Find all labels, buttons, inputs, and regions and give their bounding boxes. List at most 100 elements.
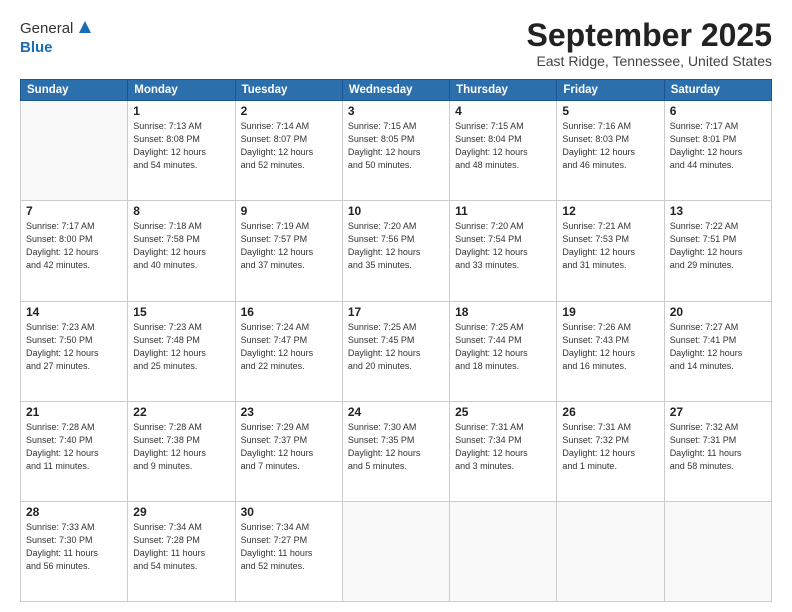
calendar-day-cell: 10Sunrise: 7:20 AM Sunset: 7:56 PM Dayli… bbox=[342, 201, 449, 301]
day-info: Sunrise: 7:27 AM Sunset: 7:41 PM Dayligh… bbox=[670, 321, 766, 373]
day-number: 21 bbox=[26, 405, 122, 419]
day-info: Sunrise: 7:13 AM Sunset: 8:08 PM Dayligh… bbox=[133, 120, 229, 172]
day-of-week-header: Sunday bbox=[21, 80, 128, 101]
calendar-day-cell: 2 Sunrise: 7:14 AM Sunset: 8:07 PM Daylig… bbox=[235, 101, 342, 201]
calendar-week-row: 1 Sunrise: 7:13 AM Sunset: 8:08 PM Daylig… bbox=[21, 101, 772, 201]
calendar-day-cell: 7 Sunrise: 7:17 AM Sunset: 8:00 PM Daylig… bbox=[21, 201, 128, 301]
day-number: 14 bbox=[26, 305, 122, 319]
day-number: 5 bbox=[562, 104, 658, 118]
day-info: Sunrise: 7:19 AM Sunset: 7:57 PM Dayligh… bbox=[241, 220, 337, 272]
day-of-week-header: Tuesday bbox=[235, 80, 342, 101]
day-number: 8 bbox=[133, 204, 229, 218]
day-number: 2 bbox=[241, 104, 337, 118]
day-info: Sunrise: 7:21 AM Sunset: 7:53 PM Dayligh… bbox=[562, 220, 658, 272]
calendar-day-cell: 6Sunrise: 7:17 AM Sunset: 8:01 PM Daylig… bbox=[664, 101, 771, 201]
logo-triangle-icon bbox=[78, 20, 92, 39]
calendar-day-cell: 26 Sunrise: 7:31 AM Sunset: 7:32 PM Dayli… bbox=[557, 401, 664, 501]
day-number: 13 bbox=[670, 204, 766, 218]
day-number: 9 bbox=[241, 204, 337, 218]
calendar-day-cell: 3 Sunrise: 7:15 AM Sunset: 8:05 PM Daylig… bbox=[342, 101, 449, 201]
day-number: 10 bbox=[348, 204, 444, 218]
day-info: Sunrise: 7:23 AM Sunset: 7:48 PM Dayligh… bbox=[133, 321, 229, 373]
calendar-week-row: 14 Sunrise: 7:23 AM Sunset: 7:50 PM Dayli… bbox=[21, 301, 772, 401]
calendar-day-cell: 17 Sunrise: 7:25 AM Sunset: 7:45 PM Dayli… bbox=[342, 301, 449, 401]
day-number: 25 bbox=[455, 405, 551, 419]
day-number: 4 bbox=[455, 104, 551, 118]
calendar-day-cell: 20 Sunrise: 7:27 AM Sunset: 7:41 PM Dayli… bbox=[664, 301, 771, 401]
day-number: 16 bbox=[241, 305, 337, 319]
day-info: Sunrise: 7:22 AM Sunset: 7:51 PM Dayligh… bbox=[670, 220, 766, 272]
day-number: 26 bbox=[562, 405, 658, 419]
day-info: Sunrise: 7:25 AM Sunset: 7:44 PM Dayligh… bbox=[455, 321, 551, 373]
day-of-week-header: Saturday bbox=[664, 80, 771, 101]
day-number: 17 bbox=[348, 305, 444, 319]
day-of-week-header: Friday bbox=[557, 80, 664, 101]
calendar-table: SundayMondayTuesdayWednesdayThursdayFrid… bbox=[20, 79, 772, 602]
calendar-day-cell: 19Sunrise: 7:26 AM Sunset: 7:43 PM Dayli… bbox=[557, 301, 664, 401]
month-title: September 2025 bbox=[527, 18, 772, 53]
calendar-day-cell: 28 Sunrise: 7:33 AM Sunset: 7:30 PM Dayli… bbox=[21, 501, 128, 601]
day-info: Sunrise: 7:15 AM Sunset: 8:05 PM Dayligh… bbox=[348, 120, 444, 172]
calendar-day-cell: 30Sunrise: 7:34 AM Sunset: 7:27 PM Dayli… bbox=[235, 501, 342, 601]
location-text: East Ridge, Tennessee, United States bbox=[527, 53, 772, 69]
day-info: Sunrise: 7:25 AM Sunset: 7:45 PM Dayligh… bbox=[348, 321, 444, 373]
calendar-day-cell bbox=[342, 501, 449, 601]
calendar-header: SundayMondayTuesdayWednesdayThursdayFrid… bbox=[21, 80, 772, 101]
calendar-day-cell: 24Sunrise: 7:30 AM Sunset: 7:35 PM Dayli… bbox=[342, 401, 449, 501]
calendar-day-cell: 12Sunrise: 7:21 AM Sunset: 7:53 PM Dayli… bbox=[557, 201, 664, 301]
calendar-day-cell: 27 Sunrise: 7:32 AM Sunset: 7:31 PM Dayli… bbox=[664, 401, 771, 501]
day-info: Sunrise: 7:24 AM Sunset: 7:47 PM Dayligh… bbox=[241, 321, 337, 373]
logo: General Blue bbox=[20, 18, 92, 57]
calendar-day-cell bbox=[557, 501, 664, 601]
day-info: Sunrise: 7:33 AM Sunset: 7:30 PM Dayligh… bbox=[26, 521, 122, 573]
calendar-day-cell bbox=[21, 101, 128, 201]
day-info: Sunrise: 7:31 AM Sunset: 7:32 PM Dayligh… bbox=[562, 421, 658, 473]
calendar-day-cell: 15 Sunrise: 7:23 AM Sunset: 7:48 PM Dayli… bbox=[128, 301, 235, 401]
logo-blue-text: Blue bbox=[20, 39, 53, 56]
calendar-week-row: 21 Sunrise: 7:28 AM Sunset: 7:40 PM Dayli… bbox=[21, 401, 772, 501]
day-number: 22 bbox=[133, 405, 229, 419]
calendar-day-cell: 1 Sunrise: 7:13 AM Sunset: 8:08 PM Daylig… bbox=[128, 101, 235, 201]
day-number: 28 bbox=[26, 505, 122, 519]
day-info: Sunrise: 7:14 AM Sunset: 8:07 PM Dayligh… bbox=[241, 120, 337, 172]
day-number: 30 bbox=[241, 505, 337, 519]
calendar-day-cell: 5 Sunrise: 7:16 AM Sunset: 8:03 PM Daylig… bbox=[557, 101, 664, 201]
day-of-week-header: Wednesday bbox=[342, 80, 449, 101]
day-number: 3 bbox=[348, 104, 444, 118]
logo-general-text: General bbox=[20, 20, 73, 37]
day-info: Sunrise: 7:16 AM Sunset: 8:03 PM Dayligh… bbox=[562, 120, 658, 172]
calendar-day-cell: 29Sunrise: 7:34 AM Sunset: 7:28 PM Dayli… bbox=[128, 501, 235, 601]
calendar-day-cell: 22 Sunrise: 7:28 AM Sunset: 7:38 PM Dayli… bbox=[128, 401, 235, 501]
page-header: General Blue September 2025 East Ridge, … bbox=[20, 18, 772, 69]
day-info: Sunrise: 7:28 AM Sunset: 7:38 PM Dayligh… bbox=[133, 421, 229, 473]
day-number: 7 bbox=[26, 204, 122, 218]
calendar-day-cell: 16 Sunrise: 7:24 AM Sunset: 7:47 PM Dayli… bbox=[235, 301, 342, 401]
calendar-day-cell: 9 Sunrise: 7:19 AM Sunset: 7:57 PM Daylig… bbox=[235, 201, 342, 301]
calendar-day-cell: 8 Sunrise: 7:18 AM Sunset: 7:58 PM Daylig… bbox=[128, 201, 235, 301]
day-info: Sunrise: 7:29 AM Sunset: 7:37 PM Dayligh… bbox=[241, 421, 337, 473]
day-number: 15 bbox=[133, 305, 229, 319]
calendar-day-cell: 11 Sunrise: 7:20 AM Sunset: 7:54 PM Dayli… bbox=[450, 201, 557, 301]
day-number: 27 bbox=[670, 405, 766, 419]
day-info: Sunrise: 7:28 AM Sunset: 7:40 PM Dayligh… bbox=[26, 421, 122, 473]
day-of-week-header: Thursday bbox=[450, 80, 557, 101]
day-number: 24 bbox=[348, 405, 444, 419]
day-info: Sunrise: 7:23 AM Sunset: 7:50 PM Dayligh… bbox=[26, 321, 122, 373]
day-number: 23 bbox=[241, 405, 337, 419]
calendar-day-cell: 14 Sunrise: 7:23 AM Sunset: 7:50 PM Dayli… bbox=[21, 301, 128, 401]
day-number: 6 bbox=[670, 104, 766, 118]
title-section: September 2025 East Ridge, Tennessee, Un… bbox=[527, 18, 772, 69]
calendar-week-row: 28 Sunrise: 7:33 AM Sunset: 7:30 PM Dayli… bbox=[21, 501, 772, 601]
day-info: Sunrise: 7:26 AM Sunset: 7:43 PM Dayligh… bbox=[562, 321, 658, 373]
day-number: 11 bbox=[455, 204, 551, 218]
day-info: Sunrise: 7:17 AM Sunset: 8:00 PM Dayligh… bbox=[26, 220, 122, 272]
day-info: Sunrise: 7:32 AM Sunset: 7:31 PM Dayligh… bbox=[670, 421, 766, 473]
calendar-day-cell: 13 Sunrise: 7:22 AM Sunset: 7:51 PM Dayli… bbox=[664, 201, 771, 301]
calendar-day-cell bbox=[664, 501, 771, 601]
day-number: 20 bbox=[670, 305, 766, 319]
day-number: 29 bbox=[133, 505, 229, 519]
calendar-day-cell: 23 Sunrise: 7:29 AM Sunset: 7:37 PM Dayli… bbox=[235, 401, 342, 501]
day-number: 1 bbox=[133, 104, 229, 118]
day-info: Sunrise: 7:18 AM Sunset: 7:58 PM Dayligh… bbox=[133, 220, 229, 272]
day-info: Sunrise: 7:20 AM Sunset: 7:54 PM Dayligh… bbox=[455, 220, 551, 272]
